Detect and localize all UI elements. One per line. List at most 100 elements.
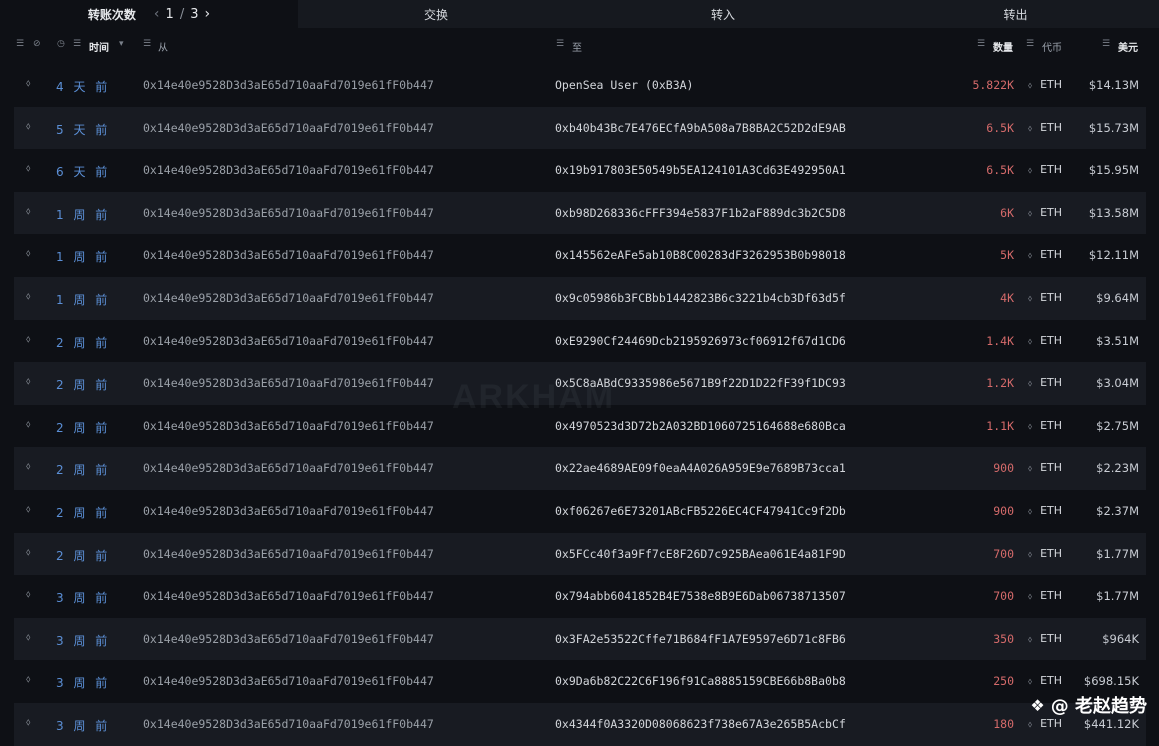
tab-swap[interactable]: 交换 xyxy=(298,0,574,28)
token-cell[interactable]: ⬨ ETH xyxy=(1028,291,1062,304)
filter-icon[interactable]: ☰ xyxy=(1026,39,1034,49)
to-address[interactable]: 0x9Da6b82C22C6F196f91Ca8885159CBE66b8Ba0… xyxy=(555,674,846,688)
table-row[interactable]: ⬨ 6 天 前 0x14e40e9528D3d3aE65d710aaFd7019e6… xyxy=(14,149,1146,192)
token-cell[interactable]: ⬨ ETH xyxy=(1028,717,1062,730)
token-cell[interactable]: ⬨ ETH xyxy=(1028,163,1062,176)
from-address[interactable]: 0x14e40e9528D3d3aE65d710aaFd7019e61fF0b4… xyxy=(143,163,434,177)
time-cell[interactable]: 2 周 前 xyxy=(56,334,110,351)
from-address[interactable]: 0x14e40e9528D3d3aE65d710aaFd7019e61fF0b4… xyxy=(143,419,434,433)
table-row[interactable]: ⬨ 4 天 前 0x14e40e9528D3d3aE65d710aaFd7019e6… xyxy=(14,64,1146,107)
time-cell[interactable]: 1 周 前 xyxy=(56,206,110,223)
time-cell[interactable]: 2 周 前 xyxy=(56,376,110,393)
table-row[interactable]: ⬨ 1 周 前 0x14e40e9528D3d3aE65d710aaFd7019e6… xyxy=(14,234,1146,277)
from-address[interactable]: 0x14e40e9528D3d3aE65d710aaFd7019e61fF0b4… xyxy=(143,589,434,603)
token-cell[interactable]: ⬨ ETH xyxy=(1028,121,1062,134)
header-to[interactable]: 至 xyxy=(572,39,582,54)
token-cell[interactable]: ⬨ ETH xyxy=(1028,461,1062,474)
to-address[interactable]: 0xE9290Cf24469Dcb2195926973cf06912f67d1C… xyxy=(555,334,846,348)
token-cell[interactable]: ⬨ ETH xyxy=(1028,504,1062,517)
time-cell[interactable]: 2 周 前 xyxy=(56,419,110,436)
link-icon[interactable]: ⊘ xyxy=(33,39,40,49)
time-cell[interactable]: 2 周 前 xyxy=(56,547,110,564)
time-cell[interactable]: 2 周 前 xyxy=(56,504,110,521)
time-cell[interactable]: 1 周 前 xyxy=(56,291,110,308)
from-address[interactable]: 0x14e40e9528D3d3aE65d710aaFd7019e61fF0b4… xyxy=(143,78,434,92)
time-cell[interactable]: 5 天 前 xyxy=(56,121,110,138)
to-address[interactable]: 0xb98D268336cFFF394e5837F1b2aF889dc3b2C5… xyxy=(555,206,846,220)
filter-icon[interactable]: ☰ xyxy=(977,39,985,49)
prev-page-icon[interactable]: ‹ xyxy=(154,6,160,22)
header-amount[interactable]: 数量 xyxy=(993,39,1013,54)
time-cell[interactable]: 3 周 前 xyxy=(56,632,110,649)
time-cell[interactable]: 2 周 前 xyxy=(56,461,110,478)
from-address[interactable]: 0x14e40e9528D3d3aE65d710aaFd7019e61fF0b4… xyxy=(143,334,434,348)
token-cell[interactable]: ⬨ ETH xyxy=(1028,632,1062,645)
table-row[interactable]: ⬨ 2 周 前 0x14e40e9528D3d3aE65d710aaFd7019e6… xyxy=(14,490,1146,533)
from-address[interactable]: 0x14e40e9528D3d3aE65d710aaFd7019e61fF0b4… xyxy=(143,674,434,688)
table-row[interactable]: ⬨ 3 周 前 0x14e40e9528D3d3aE65d710aaFd7019e6… xyxy=(14,575,1146,618)
from-address[interactable]: 0x14e40e9528D3d3aE65d710aaFd7019e61fF0b4… xyxy=(143,717,434,731)
time-cell[interactable]: 6 天 前 xyxy=(56,163,110,180)
header-usd[interactable]: 美元 xyxy=(1118,39,1138,54)
from-address[interactable]: 0x14e40e9528D3d3aE65d710aaFd7019e61fF0b4… xyxy=(143,632,434,646)
token-cell[interactable]: ⬨ ETH xyxy=(1028,334,1062,347)
from-address[interactable]: 0x14e40e9528D3d3aE65d710aaFd7019e61fF0b4… xyxy=(143,121,434,135)
time-cell[interactable]: 4 天 前 xyxy=(56,78,110,95)
to-address[interactable]: 0x3FA2e53522Cffe71B684fF1A7E9597e6D71c8F… xyxy=(555,632,846,646)
token-cell[interactable]: ⬨ ETH xyxy=(1028,78,1062,91)
time-cell[interactable]: 3 周 前 xyxy=(56,589,110,606)
to-address[interactable]: 0x794abb6041852B4E7538e8B9E6Dab067387135… xyxy=(555,589,846,603)
filter-icon[interactable]: ☰ xyxy=(73,39,81,49)
usd-value: $14.13M xyxy=(1088,78,1139,92)
next-page-icon[interactable]: › xyxy=(204,6,210,22)
token-cell[interactable]: ⬨ ETH xyxy=(1028,376,1062,389)
token-cell[interactable]: ⬨ ETH xyxy=(1028,206,1062,219)
token-cell[interactable]: ⬨ ETH xyxy=(1028,419,1062,432)
token-cell[interactable]: ⬨ ETH xyxy=(1028,547,1062,560)
to-address[interactable]: OpenSea User (0xB3A) xyxy=(555,78,693,92)
table-row[interactable]: ⬨ 2 周 前 0x14e40e9528D3d3aE65d710aaFd7019e6… xyxy=(14,320,1146,363)
table-row[interactable]: ⬨ 5 天 前 0x14e40e9528D3d3aE65d710aaFd7019e6… xyxy=(14,106,1146,150)
table-row[interactable]: ⬨ 1 周 前 0x14e40e9528D3d3aE65d710aaFd7019e6… xyxy=(14,191,1146,235)
filter-icon[interactable]: ☰ xyxy=(143,39,151,49)
header-token[interactable]: 代币 xyxy=(1042,39,1062,54)
tab-in[interactable]: 转入 xyxy=(574,0,872,28)
table-row[interactable]: ⬨ 1 周 前 0x14e40e9528D3d3aE65d710aaFd7019e6… xyxy=(14,276,1146,320)
to-address[interactable]: 0x22ae4689AE09f0eaA4A026A959E9e7689B73cc… xyxy=(555,461,846,475)
table-row[interactable]: ⬨ 3 周 前 0x14e40e9528D3d3aE65d710aaFd7019e6… xyxy=(14,660,1146,703)
to-address[interactable]: 0x19b917803E50549b5EA124101A3Cd63E492950… xyxy=(555,163,846,177)
clock-icon[interactable]: ◷ xyxy=(57,39,65,49)
header-time[interactable]: 时间 xyxy=(89,39,109,54)
from-address[interactable]: 0x14e40e9528D3d3aE65d710aaFd7019e61fF0b4… xyxy=(143,547,434,561)
sort-down-icon[interactable]: ▾ xyxy=(119,39,123,49)
from-address[interactable]: 0x14e40e9528D3d3aE65d710aaFd7019e61fF0b4… xyxy=(143,248,434,262)
tab-out[interactable]: 转出 xyxy=(872,0,1159,28)
from-address[interactable]: 0x14e40e9528D3d3aE65d710aaFd7019e61fF0b4… xyxy=(143,291,434,305)
time-cell[interactable]: 1 周 前 xyxy=(56,248,110,265)
from-address[interactable]: 0x14e40e9528D3d3aE65d710aaFd7019e61fF0b4… xyxy=(143,206,434,220)
from-address[interactable]: 0x14e40e9528D3d3aE65d710aaFd7019e61fF0b4… xyxy=(143,504,434,518)
filter-icon[interactable]: ☰ xyxy=(16,39,24,49)
time-cell[interactable]: 3 周 前 xyxy=(56,717,110,734)
token-cell[interactable]: ⬨ ETH xyxy=(1028,674,1062,687)
header-from[interactable]: 从 xyxy=(158,39,168,54)
to-address[interactable]: 0x9c05986b3FCBbb1442823B6c3221b4cb3Df63d… xyxy=(555,291,846,305)
to-address[interactable]: 0x4344f0A3320D08068623f738e67A3e265B5Acb… xyxy=(555,717,846,731)
filter-icon[interactable]: ☰ xyxy=(1102,39,1110,49)
table-row[interactable]: ⬨ 2 周 前 0x14e40e9528D3d3aE65d710aaFd7019e6… xyxy=(14,532,1146,576)
to-address[interactable]: 0x5FCc40f3a9Ff7cE8F26D7c925BAea061E4a81F… xyxy=(555,547,846,561)
token-cell[interactable]: ⬨ ETH xyxy=(1028,589,1062,602)
to-address[interactable]: 0x145562eAFe5ab10B8C00283dF3262953B0b980… xyxy=(555,248,846,262)
from-address[interactable]: 0x14e40e9528D3d3aE65d710aaFd7019e61fF0b4… xyxy=(143,376,434,390)
token-cell[interactable]: ⬨ ETH xyxy=(1028,248,1062,261)
from-address[interactable]: 0x14e40e9528D3d3aE65d710aaFd7019e61fF0b4… xyxy=(143,461,434,475)
tab-transfers[interactable]: 转账次数 ‹ 1 / 3 › xyxy=(0,0,298,28)
to-address[interactable]: 0xb40b43Bc7E476ECfA9bA508a7B8BA2C52D2dE9… xyxy=(555,121,846,135)
filter-icon[interactable]: ☰ xyxy=(556,39,564,49)
time-cell[interactable]: 3 周 前 xyxy=(56,674,110,691)
table-row[interactable]: ⬨ 3 周 前 0x14e40e9528D3d3aE65d710aaFd7019e6… xyxy=(14,617,1146,661)
table-row[interactable]: ⬨ 3 周 前 0x14e40e9528D3d3aE65d710aaFd7019e6… xyxy=(14,702,1146,746)
to-address[interactable]: 0x4970523d3D72b2A032BD1060725164688e680B… xyxy=(555,419,846,433)
to-address[interactable]: 0xf06267e6E73201ABcFB5226EC4CF47941Cc9f2… xyxy=(555,504,846,518)
table-row[interactable]: ⬨ 2 周 前 0x14e40e9528D3d3aE65d710aaFd7019e6… xyxy=(14,447,1146,490)
